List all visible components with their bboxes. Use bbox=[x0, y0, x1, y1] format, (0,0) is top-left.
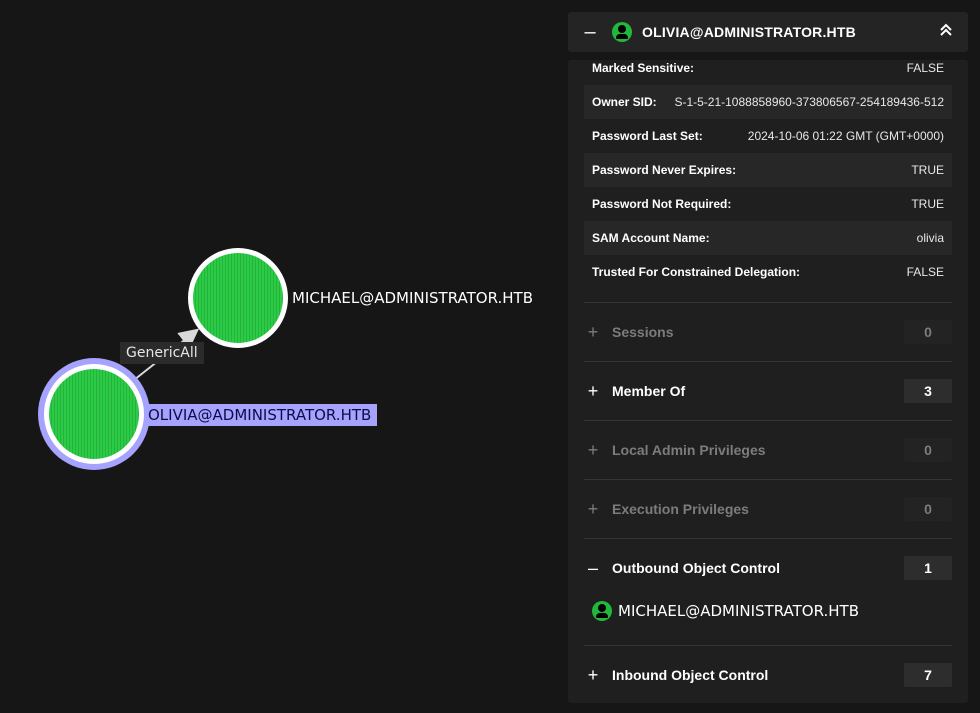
graph-svg bbox=[38, 248, 288, 470]
section-label[interactable]: Member Of bbox=[606, 383, 904, 399]
property-key: Password Last Set: bbox=[592, 129, 703, 143]
section-member-of[interactable]: + Member Of 3 bbox=[584, 361, 952, 420]
graph-canvas[interactable]: GenericAll MICHAEL@ADMINISTRATOR.HTB OLI… bbox=[0, 0, 560, 713]
node-olivia[interactable] bbox=[49, 369, 139, 459]
outbound-item-michael[interactable]: MICHAEL@ADMINISTRATOR.HTB bbox=[592, 601, 859, 621]
property-value: S-1-5-21-1088858960-373806567-254189436-… bbox=[674, 95, 944, 109]
section-label[interactable]: Sessions bbox=[606, 324, 904, 340]
section-outbound-object-control[interactable]: – Outbound Object Control 1 bbox=[584, 538, 952, 597]
property-row: Password Never Expires: TRUE bbox=[584, 153, 952, 187]
user-icon bbox=[592, 601, 612, 621]
property-row: SAM Account Name: olivia bbox=[584, 221, 952, 255]
property-key: Password Never Expires: bbox=[592, 163, 737, 177]
count-badge: 7 bbox=[904, 663, 952, 687]
property-row: Trusted For Constrained Delegation: FALSE bbox=[584, 255, 952, 289]
property-row: Password Last Set: 2024-10-06 01:22 GMT (… bbox=[584, 119, 952, 153]
section-label[interactable]: Execution Privileges bbox=[606, 501, 904, 517]
expand-icon[interactable]: + bbox=[580, 665, 606, 686]
section-label[interactable]: Outbound Object Control bbox=[606, 560, 904, 576]
node-label-olivia[interactable]: OLIVIA@ADMINISTRATOR.HTB bbox=[146, 404, 378, 426]
property-key: SAM Account Name: bbox=[592, 231, 710, 245]
edge-label-genericall[interactable]: GenericAll bbox=[120, 342, 204, 364]
property-row: Marked Sensitive: FALSE bbox=[584, 60, 952, 85]
count-badge: 0 bbox=[904, 320, 952, 344]
expand-icon[interactable]: + bbox=[580, 322, 606, 343]
expand-icon[interactable]: + bbox=[580, 381, 606, 402]
section-inbound-object-control[interactable]: + Inbound Object Control 7 bbox=[584, 645, 952, 703]
count-badge: 1 bbox=[904, 556, 952, 580]
count-badge: 0 bbox=[904, 497, 952, 521]
property-row: Password Not Required: TRUE bbox=[584, 187, 952, 221]
section-label[interactable]: Local Admin Privileges bbox=[606, 442, 904, 458]
section-label[interactable]: Inbound Object Control bbox=[606, 667, 904, 683]
panel-title: OLIVIA@ADMINISTRATOR.HTB bbox=[642, 24, 856, 40]
expand-icon[interactable]: + bbox=[580, 499, 606, 520]
entity-panel-body[interactable]: Marked Sensitive: FALSE Owner SID: S-1-5-2… bbox=[568, 60, 968, 703]
count-badge: 3 bbox=[904, 379, 952, 403]
property-key: Trusted For Constrained Delegation: bbox=[592, 265, 801, 279]
collapse-button[interactable]: – bbox=[568, 21, 612, 44]
property-key: Owner SID: bbox=[592, 95, 657, 109]
section-local-admin-privileges[interactable]: + Local Admin Privileges 0 bbox=[584, 420, 952, 479]
node-michael[interactable] bbox=[193, 253, 283, 343]
property-value: FALSE bbox=[906, 265, 944, 279]
count-badge: 0 bbox=[904, 438, 952, 462]
property-value: FALSE bbox=[906, 61, 944, 75]
property-value: olivia bbox=[916, 231, 944, 245]
property-value: TRUE bbox=[911, 197, 944, 211]
outbound-item-label[interactable]: MICHAEL@ADMINISTRATOR.HTB bbox=[618, 602, 859, 620]
section-execution-privileges[interactable]: + Execution Privileges 0 bbox=[584, 479, 952, 538]
property-value: 2024-10-06 01:22 GMT (GMT+0000) bbox=[747, 129, 944, 143]
property-value: TRUE bbox=[911, 163, 944, 177]
collapse-icon[interactable]: – bbox=[580, 558, 606, 579]
node-label-michael[interactable]: MICHAEL@ADMINISTRATOR.HTB bbox=[292, 289, 533, 307]
double-chevron-up-icon[interactable] bbox=[924, 23, 968, 42]
entity-panel-header: – OLIVIA@ADMINISTRATOR.HTB bbox=[568, 12, 968, 52]
property-row: Owner SID: S-1-5-21-1088858960-373806567-… bbox=[584, 85, 952, 119]
property-key: Marked Sensitive: bbox=[592, 61, 695, 75]
user-icon bbox=[612, 22, 632, 42]
expand-icon[interactable]: + bbox=[580, 440, 606, 461]
property-key: Password Not Required: bbox=[592, 197, 732, 211]
section-sessions[interactable]: + Sessions 0 bbox=[584, 302, 952, 361]
properties-table: Marked Sensitive: FALSE Owner SID: S-1-5-2… bbox=[584, 60, 952, 289]
